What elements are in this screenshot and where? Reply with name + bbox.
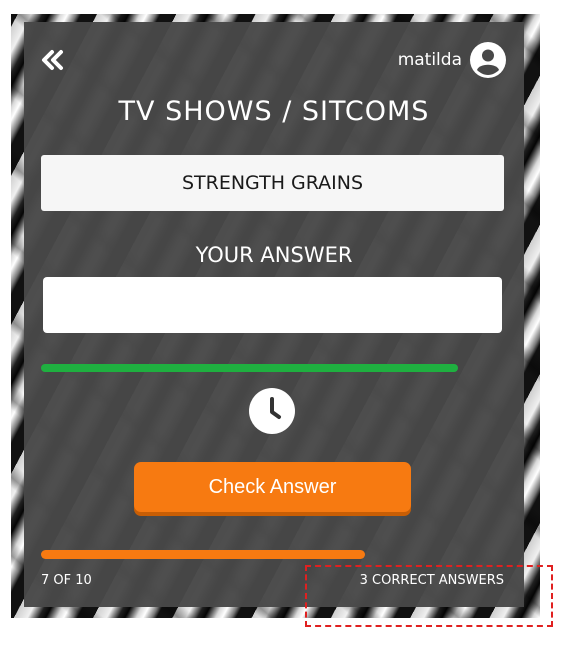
answer-label: YOUR ANSWER — [195, 243, 353, 267]
user-menu[interactable]: matilda — [398, 42, 506, 78]
page: matilda TV SHOWS / SITCOMS STRENGTH GRAI… — [0, 0, 565, 645]
back-button[interactable] — [40, 48, 66, 72]
quiz-progress-bar — [41, 550, 504, 559]
timer-bar — [41, 364, 458, 372]
category-title: TV SHOWS / SITCOMS — [118, 96, 430, 127]
clue-text: STRENGTH GRAINS — [181, 172, 364, 194]
user-circle-icon — [470, 42, 506, 78]
highlight-annotation — [305, 565, 553, 627]
question-count: 7 OF 10 — [41, 573, 92, 588]
check-answer-button[interactable]: Check Answer — [134, 462, 411, 512]
username: matilda — [397, 50, 462, 70]
clue-box: STRENGTH GRAINS — [41, 155, 504, 211]
clock-icon — [249, 388, 295, 434]
answer-input[interactable] — [43, 277, 502, 333]
quiz-card: matilda TV SHOWS / SITCOMS STRENGTH GRAI… — [24, 22, 524, 607]
quiz-progress-fill — [41, 550, 366, 559]
double-chevron-left-icon — [42, 50, 63, 70]
